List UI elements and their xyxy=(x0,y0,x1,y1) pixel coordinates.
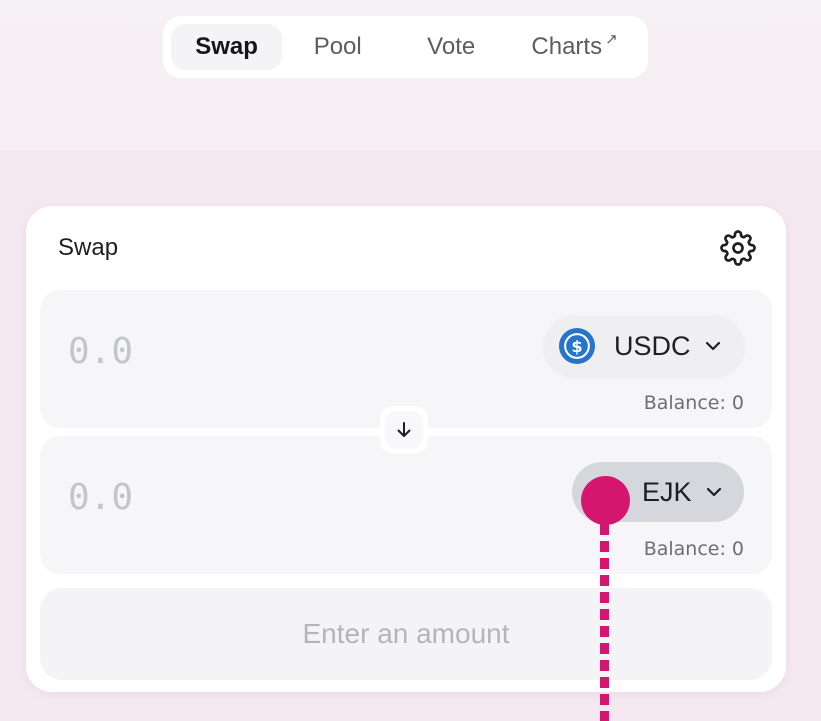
to-panel: EJK Balance: 0 xyxy=(40,436,772,574)
svg-text:$: $ xyxy=(571,337,582,356)
nav-tab-swap-label: Swap xyxy=(195,33,258,60)
chevron-down-icon xyxy=(706,487,721,497)
from-token-selector[interactable]: $ USDC xyxy=(544,316,744,376)
annotation-marker-dot xyxy=(581,476,630,525)
nav-tab-vote-label: Vote xyxy=(427,33,476,60)
nav-tab-pool[interactable]: Pool xyxy=(282,24,393,70)
external-link-icon: ↗ xyxy=(605,31,618,48)
usdc-icon: $ xyxy=(558,327,596,365)
nav-tab-pool-label: Pool xyxy=(313,33,362,60)
switch-direction-button[interactable] xyxy=(380,406,428,454)
to-balance: Balance: 0 xyxy=(643,538,744,560)
swap-card-title: Swap xyxy=(58,234,119,261)
to-token-label: EJK xyxy=(642,476,692,507)
to-amount-input[interactable] xyxy=(66,472,400,522)
switch-direction-inner xyxy=(385,411,423,449)
from-amount-input[interactable] xyxy=(66,326,400,376)
arrow-down-icon xyxy=(397,422,411,437)
chevron-down-icon xyxy=(705,341,720,351)
from-token-label: USDC xyxy=(614,330,691,361)
swap-card: Swap $ USDC Balance: 0 EJK xyxy=(26,206,786,692)
from-balance: Balance: 0 xyxy=(643,392,744,414)
nav-tab-charts[interactable]: Charts ↗ xyxy=(509,24,640,70)
gear-icon[interactable] xyxy=(720,230,756,266)
top-nav: Swap Pool Vote Charts ↗ xyxy=(163,16,648,78)
nav-tab-swap[interactable]: Swap xyxy=(171,24,283,70)
nav-tab-vote[interactable]: Vote xyxy=(393,24,509,70)
nav-tab-charts-label: Charts xyxy=(531,33,603,60)
annotation-marker-line xyxy=(600,524,609,721)
enter-amount-button[interactable]: Enter an amount xyxy=(40,588,772,680)
